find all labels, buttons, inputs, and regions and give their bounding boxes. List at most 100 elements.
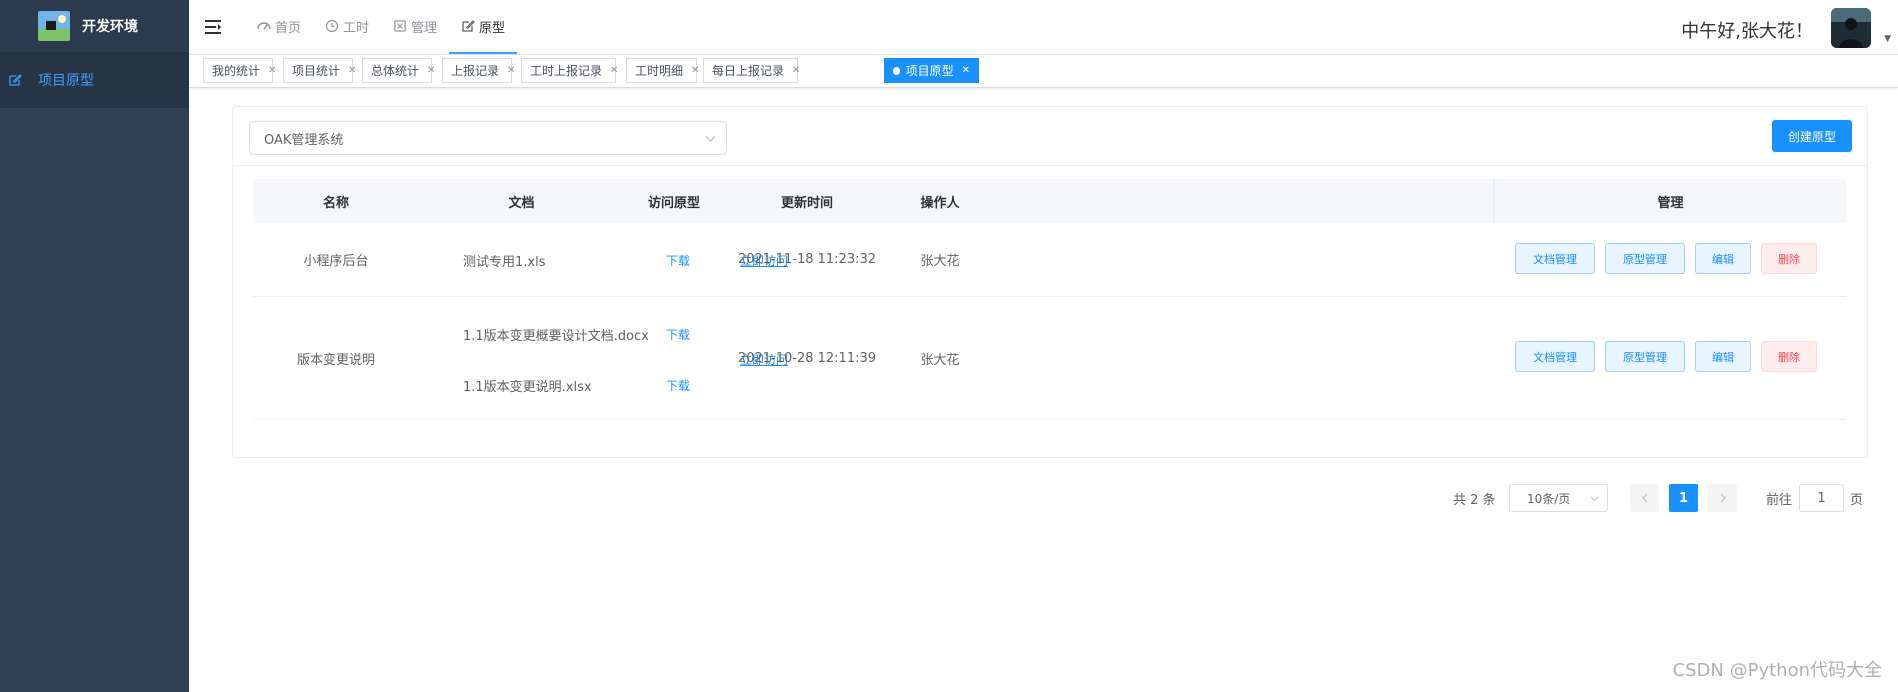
brand-title: 开发环境 bbox=[82, 19, 138, 35]
close-icon[interactable]: ✕ bbox=[427, 65, 435, 76]
prototype-card: OAK管理系统 创建原型 名称 文档 访问原型 更新时间 操作人 管理 小程序后… bbox=[232, 106, 1868, 458]
chevron-right-icon bbox=[1720, 493, 1726, 503]
project-select[interactable]: OAK管理系统 bbox=[249, 121, 727, 155]
page-suffix-label: 页 bbox=[1850, 493, 1864, 508]
nav-label: 管理 bbox=[411, 20, 438, 36]
tag-label: 总体统计 bbox=[371, 64, 420, 78]
page-number-current[interactable]: 1 bbox=[1669, 484, 1698, 512]
sidebar-item-project-prototype[interactable]: 项目原型 bbox=[0, 52, 189, 108]
edit-icon bbox=[9, 74, 22, 86]
tag-project-prototype[interactable]: 项目原型 ✕ bbox=[884, 58, 979, 83]
updated-time: 2021-11-18 11:23:32 bbox=[737, 252, 877, 267]
prev-page-button[interactable] bbox=[1630, 484, 1659, 512]
updated-time: 2021-10-28 12:11:39 bbox=[737, 350, 877, 366]
edit-button[interactable]: 编辑 bbox=[1695, 341, 1751, 372]
delete-button[interactable]: 删除 bbox=[1761, 243, 1817, 274]
tag-worktime-report-records[interactable]: 工时上报记录 ✕ bbox=[521, 58, 618, 83]
nav-label: 首页 bbox=[275, 20, 302, 36]
col-operator: 操作人 bbox=[920, 195, 960, 211]
col-visit: 访问原型 bbox=[647, 195, 700, 211]
tag-label: 每日上报记录 bbox=[712, 64, 785, 78]
doc-file: 1.1版本变更说明.xlsx bbox=[463, 380, 592, 395]
top-nav: 首页 工时 管理 原型 bbox=[245, 0, 518, 54]
tag-overall-stats[interactable]: 总体统计 ✕ bbox=[362, 58, 435, 83]
tag-daily-report-records[interactable]: 每日上报记录 ✕ bbox=[703, 58, 800, 83]
nav-label: 工时 bbox=[343, 20, 370, 36]
watermark: CSDN @Python代码大全 bbox=[1672, 660, 1882, 681]
goto-page-input[interactable] bbox=[1799, 484, 1844, 512]
delete-button[interactable]: 删除 bbox=[1761, 341, 1817, 372]
download-link[interactable]: 下载 bbox=[666, 377, 690, 394]
box-icon bbox=[394, 20, 406, 32]
close-icon[interactable]: ✕ bbox=[792, 65, 800, 76]
chevron-down-icon bbox=[705, 136, 716, 142]
doc-manage-button[interactable]: 文档管理 bbox=[1515, 243, 1595, 274]
doc-file: 测试专用1.xls bbox=[463, 255, 546, 270]
row-name: 版本变更说明 bbox=[296, 352, 375, 368]
caret-down-icon[interactable]: ▼ bbox=[1884, 34, 1891, 44]
hamburger-icon[interactable] bbox=[205, 19, 223, 35]
project-select-value: OAK管理系统 bbox=[264, 132, 344, 148]
page-size-select[interactable]: 10条/页 bbox=[1509, 484, 1608, 512]
tag-my-stats[interactable]: 我的统计 ✕ bbox=[203, 58, 276, 83]
nav-home[interactable]: 首页 bbox=[245, 0, 313, 52]
prototype-manage-button[interactable]: 原型管理 bbox=[1605, 243, 1685, 274]
chevron-down-icon bbox=[1590, 496, 1599, 502]
active-dot-icon bbox=[893, 66, 900, 75]
next-page-button[interactable] bbox=[1708, 484, 1737, 512]
close-icon[interactable]: ✕ bbox=[691, 65, 699, 76]
operator: 张大花 bbox=[920, 352, 960, 368]
sidebar-item-label: 项目原型 bbox=[38, 73, 94, 89]
tags-bar: 我的统计 ✕ 项目统计 ✕ 总体统计 ✕ 上报记录 ✕ 工时上报记录 ✕ 工时明细 ✕ 每日… bbox=[189, 55, 1898, 88]
close-icon[interactable]: ✕ bbox=[962, 65, 970, 76]
pagination-total: 共 2 条 bbox=[1453, 493, 1496, 508]
close-icon[interactable]: ✕ bbox=[507, 65, 515, 76]
edit-icon bbox=[462, 20, 475, 32]
nav-manage[interactable]: 管理 bbox=[381, 0, 449, 52]
nav-prototype[interactable]: 原型 bbox=[449, 0, 518, 54]
close-icon[interactable]: ✕ bbox=[268, 65, 276, 76]
tag-label: 项目原型 bbox=[905, 64, 954, 78]
close-icon[interactable]: ✕ bbox=[610, 65, 618, 76]
top-header: 首页 工时 管理 原型 中午好,张大花！ ▼ bbox=[189, 0, 1898, 55]
page-size-value: 10条/页 bbox=[1527, 491, 1571, 506]
tag-label: 工时上报记录 bbox=[530, 64, 603, 78]
prototype-manage-button[interactable]: 原型管理 bbox=[1605, 341, 1685, 372]
tag-label: 项目统计 bbox=[292, 64, 341, 78]
col-manage: 管理 bbox=[1493, 179, 1846, 223]
close-icon[interactable]: ✕ bbox=[348, 65, 356, 76]
col-updated: 更新时间 bbox=[780, 195, 833, 211]
download-link[interactable]: 下载 bbox=[666, 326, 690, 343]
row-name: 小程序后台 bbox=[303, 254, 369, 269]
tag-report-records[interactable]: 上报记录 ✕ bbox=[442, 58, 515, 83]
prototype-table: 名称 文档 访问原型 更新时间 操作人 管理 小程序后台 测试专用1.xls 下… bbox=[253, 179, 1846, 420]
sidebar: 开发环境 项目原型 bbox=[0, 0, 189, 692]
col-name: 名称 bbox=[322, 195, 349, 211]
operator: 张大花 bbox=[920, 254, 960, 269]
create-prototype-button[interactable]: 创建原型 bbox=[1772, 120, 1852, 152]
table-row: 小程序后台 测试专用1.xls 下载 立即访问 2021-11-18 11:23… bbox=[253, 223, 1846, 297]
tag-label: 工时明细 bbox=[635, 64, 684, 78]
table-header: 名称 文档 访问原型 更新时间 操作人 管理 bbox=[253, 179, 1846, 223]
chevron-left-icon bbox=[1641, 493, 1647, 503]
doc-manage-button[interactable]: 文档管理 bbox=[1515, 341, 1595, 372]
table-row: 版本变更说明 1.1版本变更概要设计文档.docx 下载 1.1版本变更说明.x… bbox=[253, 297, 1846, 420]
nav-label: 原型 bbox=[479, 20, 506, 36]
edit-button[interactable]: 编辑 bbox=[1695, 243, 1751, 274]
clock-icon bbox=[325, 19, 339, 33]
download-link[interactable]: 下载 bbox=[666, 252, 690, 269]
logo bbox=[38, 11, 70, 41]
nav-worktime[interactable]: 工时 bbox=[313, 0, 381, 52]
col-docs: 文档 bbox=[508, 195, 535, 211]
user-greeting: 中午好,张大花！ bbox=[1681, 21, 1813, 42]
card-toolbar: OAK管理系统 创建原型 bbox=[233, 107, 1867, 166]
tag-label: 我的统计 bbox=[212, 64, 261, 78]
avatar[interactable] bbox=[1831, 8, 1871, 48]
tag-project-stats[interactable]: 项目统计 ✕ bbox=[283, 58, 356, 83]
doc-file: 1.1版本变更概要设计文档.docx bbox=[463, 329, 649, 344]
dashboard-icon bbox=[257, 22, 271, 30]
tag-worktime-detail[interactable]: 工时明细 ✕ bbox=[626, 58, 699, 83]
tag-label: 上报记录 bbox=[451, 64, 500, 78]
goto-label: 前往 bbox=[1766, 493, 1793, 508]
brand[interactable]: 开发环境 bbox=[0, 0, 189, 52]
